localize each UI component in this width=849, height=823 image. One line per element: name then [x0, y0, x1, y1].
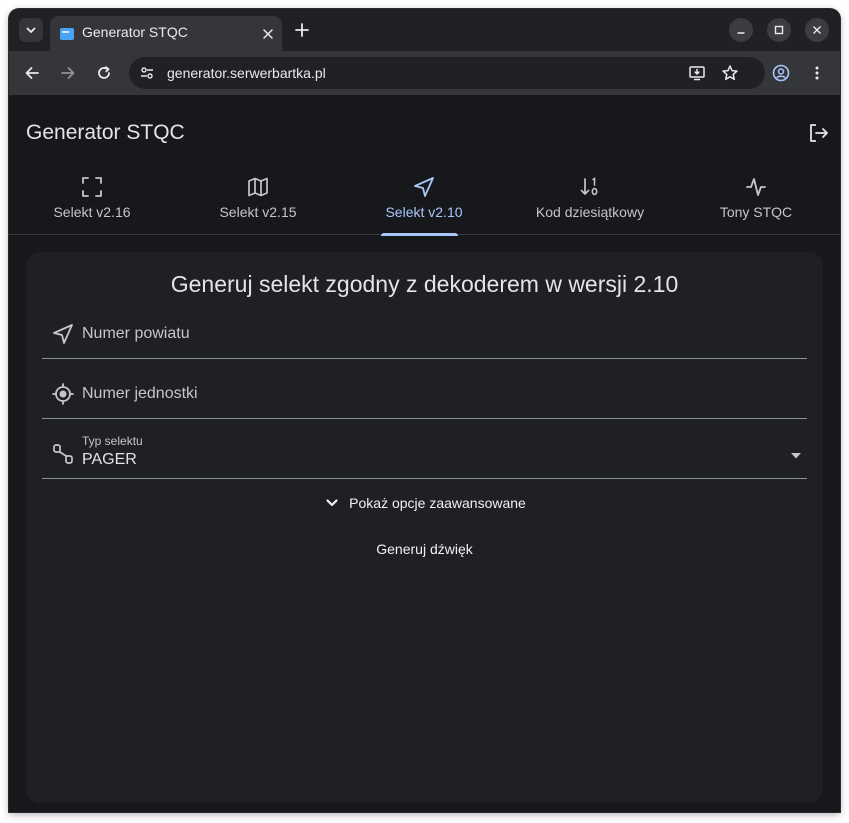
- logout-icon: [810, 124, 828, 142]
- arrow-right-icon: [61, 67, 75, 79]
- app-title: Generator STQC: [26, 121, 185, 144]
- minimize-button[interactable]: [729, 18, 753, 42]
- fullscreen-icon: [82, 177, 102, 197]
- show-advanced-options-button[interactable]: Pokaż opcje zaawansowane: [26, 489, 823, 517]
- site-favicon-icon: [60, 28, 74, 40]
- tab-label: Selekt v2.15: [219, 204, 297, 220]
- browser-window: Generator STQC generator.serwerbartka.pl…: [9, 9, 840, 812]
- logout-button[interactable]: [806, 121, 830, 145]
- minimize-icon: [737, 32, 745, 34]
- sort-numeric-icon: [580, 177, 598, 196]
- unit-number-input[interactable]: [82, 382, 782, 406]
- tab-label: Selekt v2.10: [385, 204, 463, 220]
- tab-kod-dziesiatkowy[interactable]: Kod dziesiątkowy: [507, 163, 673, 235]
- close-icon: [813, 26, 821, 34]
- tab-label: Selekt v2.16: [53, 204, 131, 220]
- close-window-button[interactable]: [805, 18, 829, 42]
- county-number-input[interactable]: [82, 322, 782, 346]
- arrow-left-icon: [25, 67, 39, 79]
- link-icon: [53, 444, 73, 464]
- star-icon: [722, 65, 738, 81]
- close-icon: [263, 29, 273, 39]
- reload-icon: [98, 66, 110, 79]
- browser-toolbar: generator.serwerbartka.pl: [9, 51, 840, 95]
- tab-tony-stqc[interactable]: Tony STQC: [673, 163, 839, 235]
- generate-sound-button[interactable]: Generuj dźwięk: [26, 535, 823, 563]
- app-content: Generator STQC Selekt v2.16 Selekt v2.15: [9, 95, 840, 812]
- chevron-down-icon: [326, 499, 338, 507]
- arrow-drop-down-icon: [791, 453, 801, 459]
- install-icon: [689, 66, 705, 81]
- advanced-options-label: Pokaż opcje zaawansowane: [349, 495, 526, 511]
- plus-icon: [295, 23, 309, 37]
- tab-label: Kod dziesiątkowy: [535, 204, 645, 220]
- navigation-icon: [53, 324, 73, 344]
- browser-menu-button[interactable]: [805, 61, 829, 85]
- active-tab-indicator: [381, 233, 458, 236]
- browser-tab[interactable]: Generator STQC: [50, 16, 282, 51]
- back-button[interactable]: [20, 61, 44, 85]
- profile-button[interactable]: [769, 61, 793, 85]
- url-text: generator.serwerbartka.pl: [167, 65, 326, 81]
- browser-tabstrip: Generator STQC: [9, 9, 840, 51]
- version-tabs: Selekt v2.16 Selekt v2.15 Selekt v2.10 K…: [9, 163, 840, 236]
- maximize-icon: [774, 25, 784, 35]
- forward-button[interactable]: [56, 61, 80, 85]
- tab-selekt-v2-16[interactable]: Selekt v2.16: [9, 163, 175, 235]
- address-bar[interactable]: generator.serwerbartka.pl: [129, 57, 765, 89]
- select-type-value: PAGER: [82, 451, 137, 468]
- unit-field: [42, 371, 807, 419]
- chevron-down-icon: [26, 27, 36, 33]
- generator-card: Generuj selekt zgodny z dekoderem w wers…: [26, 252, 823, 803]
- tab-close-button[interactable]: [260, 26, 276, 42]
- install-app-button[interactable]: [687, 63, 707, 83]
- select-type-label: Typ selektu: [82, 434, 143, 448]
- pulse-icon: [746, 178, 766, 196]
- maximize-button[interactable]: [767, 18, 791, 42]
- browser-tab-title: Generator STQC: [82, 24, 188, 40]
- new-tab-button[interactable]: [291, 19, 313, 41]
- tab-search-button[interactable]: [19, 18, 43, 42]
- reload-button[interactable]: [92, 61, 116, 85]
- account-icon: [772, 64, 790, 82]
- tune-icon: [141, 67, 153, 79]
- site-info-button[interactable]: [137, 63, 157, 83]
- tab-selekt-v2-15[interactable]: Selekt v2.15: [175, 163, 341, 235]
- target-icon: [52, 383, 74, 405]
- navigation-icon: [414, 177, 434, 197]
- form-title: Generuj selekt zgodny z dekoderem w wers…: [170, 271, 679, 297]
- county-field: [42, 311, 807, 359]
- select-type-field[interactable]: Typ selektu PAGER: [42, 431, 807, 479]
- tab-selekt-v2-10[interactable]: Selekt v2.10: [341, 163, 507, 236]
- bookmark-button[interactable]: [720, 63, 740, 83]
- tab-label: Tony STQC: [719, 204, 793, 220]
- more-vert-icon: [815, 66, 819, 80]
- map-icon: [248, 177, 268, 197]
